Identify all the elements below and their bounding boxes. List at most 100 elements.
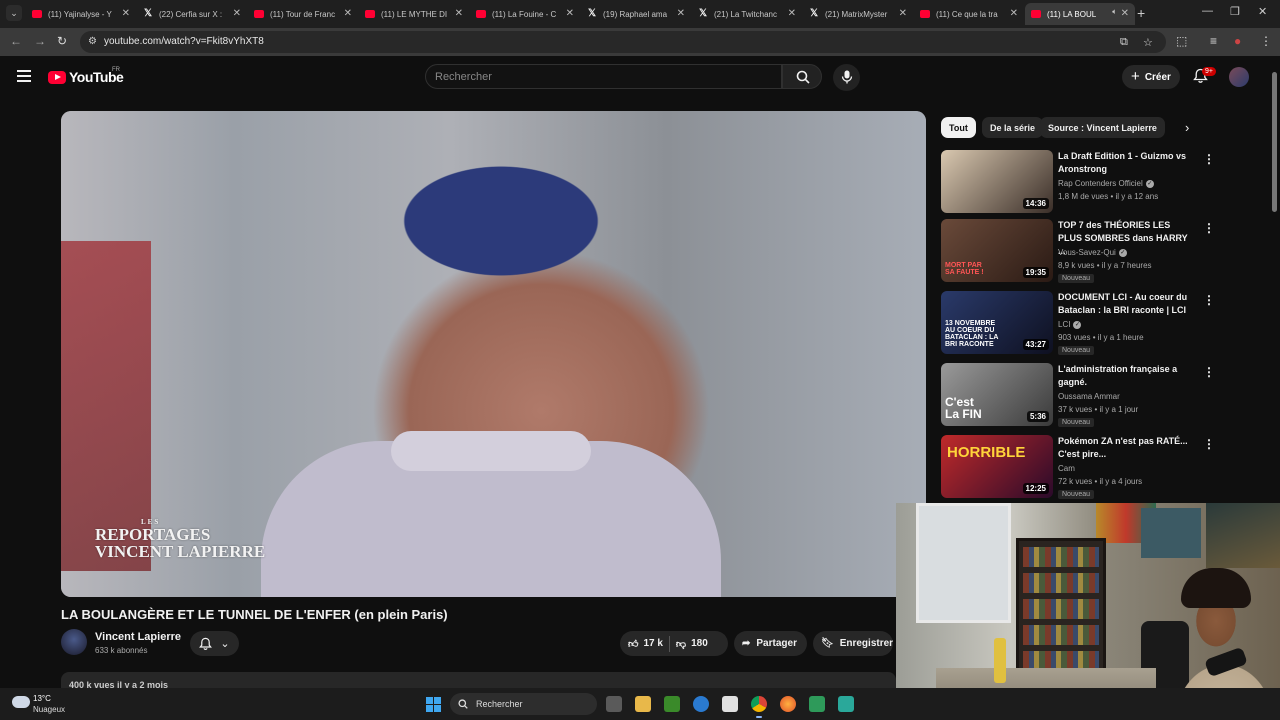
close-tab-icon[interactable]: ✕ — [1010, 8, 1018, 19]
browser-tab[interactable]: (11) Yajinalyse - Y ✕ — [26, 3, 136, 25]
more-actions-icon[interactable]: ⋮ — [1203, 365, 1215, 379]
filter-chip[interactable]: Source : Vincent Lapierre — [1040, 117, 1165, 138]
close-tab-icon[interactable]: ✕ — [1121, 8, 1129, 19]
channel-name[interactable]: Vous-Savez-Qui — [1058, 248, 1116, 257]
tab-search-button[interactable]: ⌄ — [6, 5, 22, 21]
close-tab-icon[interactable]: ✕ — [122, 8, 130, 19]
nvidia-icon[interactable] — [664, 696, 680, 712]
page-scrollbar-thumb[interactable] — [1272, 72, 1277, 212]
search-input[interactable] — [435, 71, 765, 83]
recommended-video[interactable]: MORT PAR SA FAUTE ! 19:35 TOP 7 des THÉORI… — [941, 219, 1216, 283]
video-title[interactable]: Pokémon ZA n'est pas RATÉ... C'est pire.… — [1058, 435, 1193, 461]
browser-tab[interactable]: (11) La Fouine - C ✕ — [470, 3, 580, 25]
browser-tab[interactable]: (11) Ce que la tra ✕ — [914, 3, 1024, 25]
like-button[interactable]: 👍︎ 17 k — [620, 638, 663, 650]
more-actions-icon[interactable]: ⋮ — [1203, 221, 1215, 235]
recommended-video[interactable]: C'est La FIN 5:36 L'administration françai… — [941, 363, 1216, 427]
channel-name[interactable]: LCI — [1058, 320, 1070, 329]
close-window-button[interactable]: ✕ — [1258, 5, 1267, 18]
reload-icon[interactable]: ↻ — [57, 34, 67, 48]
account-avatar[interactable] — [1229, 67, 1249, 87]
close-tab-icon[interactable]: ✕ — [566, 8, 574, 19]
channel-line[interactable]: Rap Contenders Officiel ✓ — [1058, 179, 1154, 188]
bookmark-star-icon[interactable]: ☆ — [1143, 36, 1153, 49]
dislike-button[interactable]: 👎︎ 180 — [676, 638, 708, 650]
task-view-icon[interactable] — [606, 696, 622, 712]
video-title[interactable]: DOCUMENT LCI - Au coeur du Bataclan : la… — [1058, 291, 1193, 317]
save-button[interactable]: 🔖︎ Enregistrer — [813, 631, 893, 656]
recommended-video[interactable]: HORRIBLE 12:25 Pokémon ZA n'est pas RATÉ..… — [941, 435, 1216, 499]
address-bar[interactable]: ⚙ youtube.com/watch?v=Fkit8vYhXT8 ⧉ ☆ — [80, 31, 1166, 53]
video-player[interactable]: LES REPORTAGES VINCENT LAPIERRE — [61, 111, 926, 597]
close-tab-icon[interactable]: ✕ — [455, 8, 463, 19]
recommended-video[interactable]: 14:36 La Draft Edition 1 - Guizmo vs Aron… — [941, 150, 1216, 214]
url-text[interactable]: youtube.com/watch?v=Fkit8vYhXT8 — [104, 36, 264, 47]
browser-tab[interactable]: 𝕏 (21) La Twitchanc ✕ — [692, 3, 802, 25]
file-explorer-icon[interactable] — [635, 696, 651, 712]
chrome-icon[interactable] — [751, 696, 767, 712]
browser-tab[interactable]: (11) Tour de Franc ✕ — [248, 3, 358, 25]
hamburger-menu-icon[interactable] — [17, 70, 31, 85]
cast-icon[interactable]: ⧉ — [1120, 36, 1128, 49]
weather-condition[interactable]: Nuageux — [33, 705, 65, 714]
more-actions-icon[interactable]: ⋮ — [1203, 152, 1215, 166]
search-box[interactable] — [425, 64, 782, 89]
more-actions-icon[interactable]: ⋮ — [1203, 293, 1215, 307]
close-tab-icon[interactable]: ✕ — [344, 8, 352, 19]
channel-line[interactable]: Oussama Ammar — [1058, 392, 1120, 401]
microsoft-store-icon[interactable] — [722, 696, 738, 712]
channel-name[interactable]: Cam — [1058, 464, 1075, 473]
maximize-button[interactable]: ❐ — [1230, 5, 1240, 18]
close-tab-icon[interactable]: ✕ — [899, 8, 907, 19]
channel-name[interactable]: Rap Contenders Officiel — [1058, 179, 1143, 188]
whatsapp-icon[interactable] — [838, 696, 854, 712]
filter-chip[interactable]: De la série — [982, 117, 1044, 138]
app-icon[interactable] — [809, 696, 825, 712]
video-title[interactable]: La Draft Edition 1 - Guizmo vs Aronstron… — [1058, 150, 1193, 176]
channel-line[interactable]: LCI ✓ — [1058, 320, 1082, 329]
voice-search-button[interactable] — [833, 64, 860, 91]
forward-icon[interactable]: → — [34, 34, 46, 48]
reading-list-icon[interactable]: ≡ — [1210, 34, 1217, 48]
video-thumbnail[interactable]: 13 NOVEMBRE AU COEUR DU BATACLAN : LA BR… — [941, 291, 1053, 354]
share-button[interactable]: ➦ Partager — [734, 631, 807, 656]
browser-tab[interactable]: 𝕏 (19) Raphael ama ✕ — [581, 3, 691, 25]
channel-avatar[interactable] — [61, 629, 87, 655]
more-actions-icon[interactable]: ⋮ — [1203, 437, 1215, 451]
site-info-icon[interactable]: ⚙ — [88, 36, 97, 47]
search-button[interactable] — [782, 64, 822, 89]
filter-chip[interactable]: Tout — [941, 117, 976, 138]
channel-line[interactable]: Cam — [1058, 464, 1075, 473]
back-icon[interactable]: ← — [10, 34, 22, 48]
channel-name[interactable]: Oussama Ammar — [1058, 392, 1120, 401]
windows-start-icon[interactable] — [426, 697, 441, 712]
youtube-logo[interactable]: YouTube FR — [48, 67, 124, 85]
close-tab-icon[interactable]: ✕ — [788, 8, 796, 19]
edge-icon[interactable] — [693, 696, 709, 712]
create-button[interactable]: + Créer — [1122, 65, 1180, 89]
extensions-icon[interactable]: ⬚ — [1176, 34, 1187, 48]
channel-name[interactable]: Vincent Lapierre — [95, 631, 181, 643]
browser-tab[interactable]: 𝕏 (22) Cerfia sur X : ✕ — [137, 3, 247, 25]
new-tab-button[interactable]: + — [1137, 5, 1145, 21]
profile-icon[interactable]: ● — [1234, 34, 1241, 48]
video-thumbnail[interactable]: 14:36 — [941, 150, 1053, 213]
close-tab-icon[interactable]: ✕ — [233, 8, 241, 19]
video-thumbnail[interactable]: MORT PAR SA FAUTE ! 19:35 — [941, 219, 1053, 282]
weather-temperature[interactable]: 13°C — [33, 694, 51, 703]
video-thumbnail[interactable]: HORRIBLE 12:25 — [941, 435, 1053, 498]
browser-tab-active[interactable]: (11) LA BOUL 🔈︎ ✕ — [1025, 3, 1135, 25]
video-title[interactable]: L'administration française a gagné. — [1058, 363, 1193, 389]
tab-audio-icon[interactable]: 🔈︎ — [1112, 7, 1117, 17]
browser-tab[interactable]: 𝕏 (21) MatrixMyster ✕ — [803, 3, 913, 25]
close-tab-icon[interactable]: ✕ — [677, 8, 685, 19]
chevron-right-icon[interactable]: › — [1185, 120, 1189, 135]
subscription-notifications-button[interactable]: ⌄ — [190, 631, 239, 656]
minimize-button[interactable]: — — [1202, 5, 1213, 17]
browser-menu-icon[interactable]: ⋮ — [1260, 34, 1272, 48]
firefox-icon[interactable] — [780, 696, 796, 712]
channel-line[interactable]: Vous-Savez-Qui ✓ — [1058, 248, 1127, 257]
cloud-icon[interactable] — [12, 696, 30, 708]
taskbar-search[interactable]: Rechercher — [450, 693, 597, 715]
video-thumbnail[interactable]: C'est La FIN 5:36 — [941, 363, 1053, 426]
